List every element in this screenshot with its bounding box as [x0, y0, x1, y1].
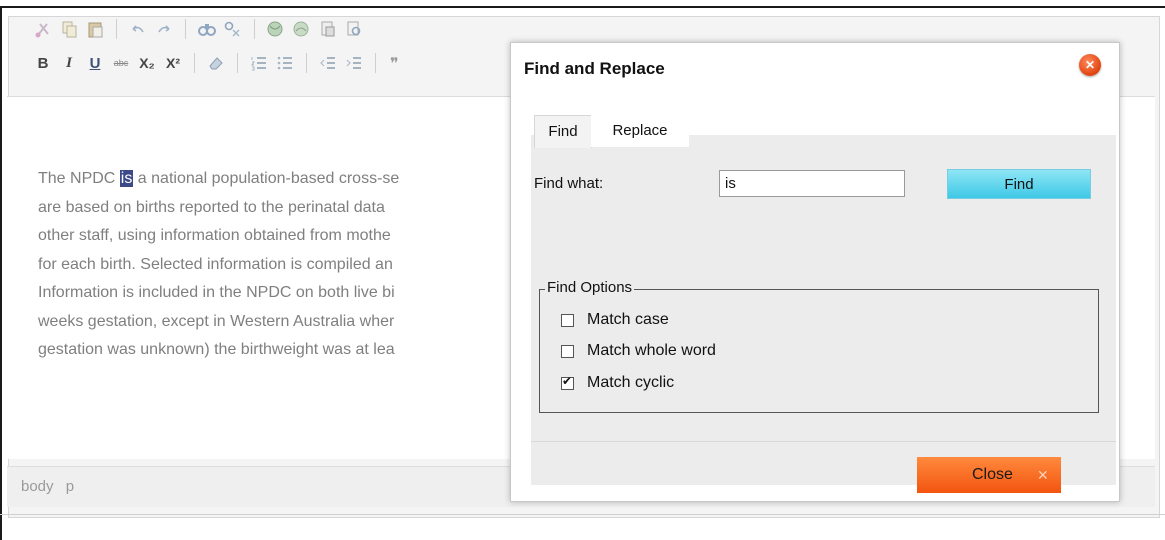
- toolbar-row-1: [26, 14, 371, 44]
- preview-icon[interactable]: [343, 18, 365, 40]
- element-path: body p: [21, 478, 82, 495]
- numbered-list-icon[interactable]: [248, 52, 270, 74]
- web2-icon[interactable]: [291, 18, 313, 40]
- underline-button[interactable]: U: [84, 52, 106, 74]
- find-icon[interactable]: [196, 18, 218, 40]
- close-button-label: Close: [972, 466, 1013, 483]
- path-body[interactable]: body: [21, 478, 54, 495]
- bottom-divider: [0, 514, 1165, 515]
- page-icon[interactable]: [317, 18, 339, 40]
- tab-find[interactable]: Find: [534, 115, 592, 148]
- document-line-2: are based on births reported to the peri…: [38, 198, 385, 216]
- option-match-cyclic[interactable]: Match cyclic: [561, 374, 674, 392]
- bold-label: B: [37, 54, 49, 72]
- dialog-close-icon[interactable]: ✕: [1079, 54, 1101, 76]
- close-x-icon: ✕: [1037, 467, 1049, 483]
- bold-button[interactable]: B: [32, 52, 54, 74]
- subscript-button[interactable]: X₂: [136, 52, 158, 74]
- tab-replace[interactable]: Replace: [591, 115, 689, 147]
- document-line-6: weeks gestation, except in Western Austr…: [38, 312, 395, 330]
- undo-icon[interactable]: [127, 18, 149, 40]
- find-input[interactable]: [719, 170, 905, 197]
- italic-button[interactable]: I: [58, 52, 80, 74]
- web-icon[interactable]: [265, 18, 287, 40]
- sup-label: X²: [166, 55, 180, 71]
- option-match-case[interactable]: Match case: [561, 311, 669, 329]
- redo-icon[interactable]: [153, 18, 175, 40]
- blockquote-icon[interactable]: ❞: [386, 52, 408, 74]
- match-case-label: Match case: [587, 311, 669, 328]
- sub-label: X₂: [139, 55, 155, 71]
- match-cyclic-label: Match cyclic: [587, 374, 675, 391]
- paste-icon[interactable]: [84, 18, 106, 40]
- dialog-title: Find and Replace: [524, 59, 665, 78]
- strike-label: abc: [113, 58, 129, 68]
- outdent-icon[interactable]: [317, 52, 339, 74]
- document-line-1: The NPDC is a national population-based …: [38, 165, 508, 194]
- underline-label: U: [89, 54, 101, 72]
- document-line-3: other staff, using information obtained …: [38, 227, 391, 244]
- cut-icon[interactable]: [32, 18, 54, 40]
- document-line-5: Information is included in the NPDC on b…: [38, 284, 395, 301]
- find-what-label: Find what:: [534, 175, 604, 192]
- italic-label: I: [66, 54, 72, 71]
- copy-icon[interactable]: [58, 18, 80, 40]
- match-cyclic-checkbox[interactable]: [561, 374, 574, 390]
- find-highlight: is: [119, 170, 134, 187]
- text-run: The NPDC: [38, 170, 120, 187]
- match-whole-word-label: Match whole word: [587, 342, 716, 359]
- match-whole-word-checkbox[interactable]: [561, 344, 574, 358]
- bullet-list-icon[interactable]: [274, 52, 296, 74]
- find-replace-dialog: Find and Replace ✕ Find Replace Find wha…: [510, 42, 1120, 502]
- document-text[interactable]: The NPDC is a national population-based …: [38, 165, 508, 365]
- close-button[interactable]: Close ✕: [917, 457, 1061, 493]
- option-match-whole-word[interactable]: Match whole word: [561, 342, 716, 360]
- find-button[interactable]: Find: [947, 169, 1091, 199]
- indent-icon[interactable]: [343, 52, 365, 74]
- strikethrough-button[interactable]: abc: [110, 52, 132, 74]
- find-options-legend: Find Options: [545, 279, 635, 296]
- replace-icon[interactable]: [222, 18, 244, 40]
- path-p[interactable]: p: [66, 478, 74, 495]
- superscript-button[interactable]: X²: [162, 52, 184, 74]
- document-line-7: gestation was unknown) the birthweight w…: [38, 341, 395, 358]
- svg-text:❞: ❞: [390, 56, 399, 72]
- toolbar-row-2: B I U abc X₂ X² ❞: [26, 48, 414, 78]
- text-run: a national population-based cross-se: [133, 170, 400, 187]
- document-line-4: for each birth. Selected information is …: [38, 255, 393, 273]
- eraser-icon[interactable]: [205, 52, 227, 74]
- dialog-footer-divider: [531, 441, 1116, 442]
- match-case-checkbox[interactable]: [561, 313, 574, 327]
